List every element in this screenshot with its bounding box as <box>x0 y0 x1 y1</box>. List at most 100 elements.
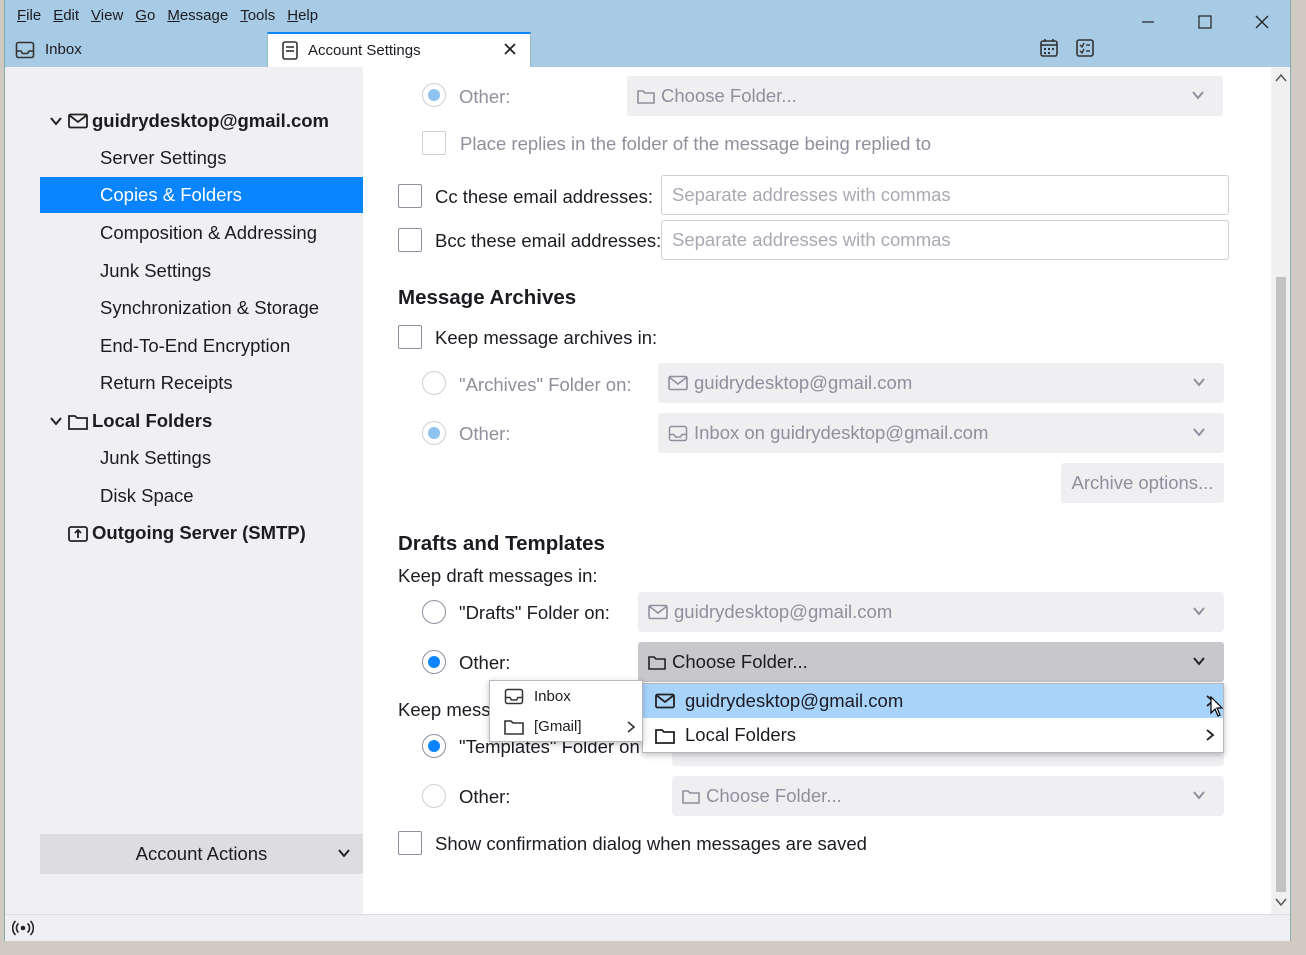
drafts-account-value: guidrydesktop@gmail.com <box>674 601 893 622</box>
radio-dot <box>428 427 440 439</box>
tree-server-settings[interactable]: Server Settings <box>40 140 363 176</box>
tab-account-settings-label: Account Settings <box>308 42 421 59</box>
folder-picker-menu: guidrydesktop@gmail.com Local Folders <box>642 683 1224 753</box>
online-status-icon[interactable] <box>12 920 34 936</box>
thunderbird-window: File Edit View Go Message Tools Help Inb… <box>4 0 1291 941</box>
account-submenu: Inbox [Gmail] <box>489 680 643 742</box>
drafts-other-dropdown[interactable]: Choose Folder... <box>638 642 1224 682</box>
radio-dot <box>428 656 440 668</box>
tree-disk-space[interactable]: Disk Space <box>40 478 363 514</box>
menu-go[interactable]: Go <box>129 6 161 26</box>
scroll-up-icon[interactable] <box>1275 73 1287 83</box>
title-bar: File Edit View Go Message Tools Help Inb… <box>5 0 1290 67</box>
archives-folder-on-label: "Archives" Folder on: <box>459 374 632 395</box>
archives-other-dropdown[interactable]: Inbox on guidrydesktop@gmail.com <box>658 413 1224 453</box>
confirm-dialog-checkbox[interactable] <box>398 831 422 855</box>
chevron-down-icon <box>1193 428 1205 437</box>
tree-junk-settings[interactable]: Junk Settings <box>40 253 363 289</box>
drafts-other-label: Other: <box>459 652 511 673</box>
mail-account-icon <box>68 113 88 129</box>
calendar-button[interactable] <box>1039 38 1059 58</box>
tree-composition-addressing[interactable]: Composition & Addressing <box>40 215 363 251</box>
content-scrollbar[interactable] <box>1271 67 1290 914</box>
cc-label: Cc these email addresses: <box>435 186 653 207</box>
bcc-input[interactable]: Separate addresses with commas <box>661 220 1229 260</box>
chevron-right-icon <box>627 721 636 733</box>
cc-checkbox[interactable] <box>398 184 422 208</box>
sent-other-folder-dropdown[interactable]: Choose Folder... <box>627 76 1223 116</box>
archives-other-radio[interactable] <box>422 421 446 445</box>
tree-local-junk-settings[interactable]: Junk Settings <box>40 440 363 476</box>
close-tab-button[interactable] <box>502 41 518 57</box>
menu-bar: File Edit View Go Message Tools Help <box>11 6 324 26</box>
archives-account-dropdown[interactable]: guidrydesktop@gmail.com <box>658 363 1224 403</box>
menu-help[interactable]: Help <box>281 6 324 26</box>
menu-view[interactable]: View <box>85 6 129 26</box>
chevron-right-icon <box>1206 729 1215 741</box>
tree-sync-storage[interactable]: Synchronization & Storage <box>40 290 363 326</box>
chevron-down-icon <box>1193 607 1205 616</box>
scroll-down-icon[interactable] <box>1275 897 1287 907</box>
close-icon <box>1255 15 1268 29</box>
calendar-icon <box>1040 39 1058 57</box>
chevron-down-icon[interactable] <box>48 113 64 129</box>
submenu-item-gmail[interactable]: [Gmail] <box>490 711 642 741</box>
drafts-other-radio[interactable] <box>422 650 446 674</box>
keep-archives-label: Keep message archives in: <box>435 327 658 348</box>
tree-copies-folders[interactable]: Copies & Folders <box>40 177 363 213</box>
submenu-item-inbox[interactable]: Inbox <box>490 681 642 711</box>
close-icon <box>504 43 516 55</box>
drafts-heading: Drafts and Templates <box>398 532 605 555</box>
folder-icon <box>682 789 700 804</box>
tree-account[interactable]: guidrydesktop@gmail.com <box>40 103 363 139</box>
tree-local-folders[interactable]: Local Folders <box>40 403 363 439</box>
bcc-label: Bcc these email addresses: <box>435 230 662 251</box>
chevron-down-icon <box>1193 791 1205 800</box>
archives-other-label: Other: <box>459 423 511 444</box>
tree-return-receipts[interactable]: Return Receipts <box>40 365 363 401</box>
menu-item-account[interactable]: guidrydesktop@gmail.com <box>643 684 1223 718</box>
account-actions-button[interactable]: Account Actions <box>40 834 363 874</box>
sent-other-label: Other: <box>459 86 511 107</box>
tasks-button[interactable] <box>1075 38 1095 58</box>
sent-other-radio[interactable] <box>422 83 446 107</box>
sent-other-folder-value: Choose Folder... <box>661 85 797 106</box>
folder-icon <box>648 655 666 670</box>
archives-folder-on-radio[interactable] <box>422 371 446 395</box>
tree-item-label: Return Receipts <box>100 372 233 393</box>
mail-account-icon <box>668 375 688 391</box>
tree-item-label: Synchronization & Storage <box>100 297 320 318</box>
tab-inbox[interactable]: Inbox <box>15 32 82 67</box>
archive-options-button[interactable]: Archive options... <box>1061 463 1224 503</box>
menu-tools[interactable]: Tools <box>234 6 281 26</box>
tree-item-label: Composition & Addressing <box>100 222 317 243</box>
folder-icon <box>637 89 655 104</box>
tab-strip: Inbox Account Settings <box>5 32 1290 67</box>
templates-other-dropdown[interactable]: Choose Folder... <box>672 776 1224 816</box>
mail-account-icon <box>655 693 675 709</box>
tab-account-settings[interactable]: Account Settings <box>267 32 531 67</box>
drafts-account-dropdown[interactable]: guidrydesktop@gmail.com <box>638 592 1224 632</box>
place-replies-checkbox[interactable] <box>422 131 446 155</box>
menu-message[interactable]: Message <box>161 6 234 26</box>
folder-icon <box>655 728 675 744</box>
keep-archives-checkbox[interactable] <box>398 325 422 349</box>
menu-edit[interactable]: Edit <box>47 6 85 26</box>
chevron-down-icon[interactable] <box>48 413 64 429</box>
templates-folder-on-radio[interactable] <box>422 734 446 758</box>
menu-file[interactable]: File <box>11 6 47 26</box>
drafts-folder-on-radio[interactable] <box>422 600 446 624</box>
templates-other-radio[interactable] <box>422 784 446 808</box>
radio-dot <box>428 740 440 752</box>
archives-other-value: Inbox on guidrydesktop@gmail.com <box>694 422 989 443</box>
scrollbar-thumb[interactable] <box>1276 277 1286 892</box>
bcc-checkbox[interactable] <box>398 228 422 252</box>
cc-input[interactable]: Separate addresses with commas <box>661 175 1229 215</box>
tree-item-label: Server Settings <box>100 147 227 168</box>
tree-item-label: Junk Settings <box>100 260 212 281</box>
tree-outgoing-server[interactable]: Outgoing Server (SMTP) <box>40 515 363 551</box>
tree-account-label: guidrydesktop@gmail.com <box>92 110 329 131</box>
tree-e2e-encryption[interactable]: End-To-End Encryption <box>40 328 363 364</box>
menu-item-local-folders[interactable]: Local Folders <box>643 718 1223 752</box>
tasks-icon <box>1076 39 1094 57</box>
